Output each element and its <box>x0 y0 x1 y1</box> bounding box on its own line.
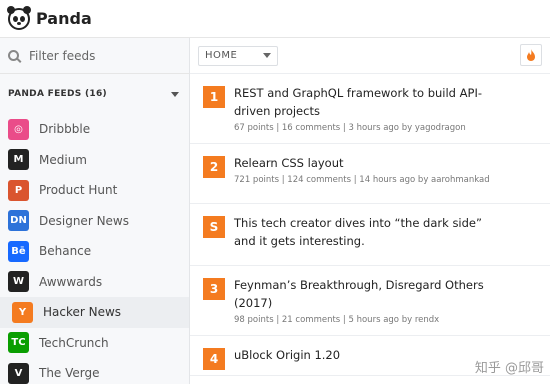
medium-icon: M <box>8 149 29 171</box>
feed-list: ◎ Dribbble M Medium P Product Hunt DN Designer … <box>0 114 189 384</box>
the-verge-icon: V <box>8 362 29 384</box>
sidebar: PANDA FEEDS (16) ◎ Dribbble M Medium P Produc… <box>0 38 190 384</box>
story-meta: 98 points | 21 comments | 5 hours ago by… <box>234 315 440 325</box>
sidebar-item-label: The Verge <box>39 366 100 381</box>
story-item[interactable]: 1 REST and GraphQL framework to build API… <box>190 74 550 144</box>
sidebar-item-awwwards[interactable]: W Awwwards <box>0 267 189 298</box>
search-icon <box>8 50 19 61</box>
story-list: 1 REST and GraphQL framework to build API… <box>190 74 550 376</box>
sidebar-item-designer-news[interactable]: DN Designer News <box>0 206 189 237</box>
awwwards-icon: W <box>8 271 29 293</box>
feeds-section-title: PANDA FEEDS (16) <box>8 89 107 99</box>
product-hunt-icon: P <box>8 179 29 201</box>
filter-feeds-input[interactable] <box>29 48 179 63</box>
story-item[interactable]: 2 Relearn CSS layout 721 points | 124 comm… <box>190 144 550 204</box>
app-header: Panda <box>0 0 550 38</box>
sidebar-item-label: Hacker News <box>43 305 122 320</box>
story-title-link[interactable]: This tech creator dives into “the dark s… <box>234 214 496 250</box>
hacker-news-icon: Y <box>12 301 33 323</box>
sidebar-item-medium[interactable]: M Medium <box>0 145 189 176</box>
chevron-down-icon <box>263 53 271 58</box>
main-toolbar: HOME <box>190 38 550 74</box>
app-title: Panda <box>36 9 92 28</box>
behance-icon: Bē <box>8 240 29 262</box>
story-meta: 67 points | 16 comments | 3 hours ago by… <box>234 123 466 133</box>
panda-logo-icon <box>7 5 31 30</box>
story-title-link[interactable]: Relearn CSS layout <box>234 154 496 172</box>
watermark: 知乎 @邱哥 <box>474 361 544 376</box>
story-rank-badge: 4 <box>203 348 225 370</box>
main-content: HOME 1 REST and GraphQL framework to buil… <box>190 38 550 384</box>
dribbble-icon: ◎ <box>8 118 29 140</box>
sidebar-item-behance[interactable]: Bē Behance <box>0 236 189 267</box>
story-title-link[interactable]: Feynman’s Breakthrough, Disregard Others… <box>234 276 496 312</box>
chevron-down-icon[interactable] <box>171 91 179 97</box>
filter-bar <box>0 38 189 74</box>
sidebar-item-label: Product Hunt <box>39 183 118 198</box>
story-rank-badge: 3 <box>203 278 225 300</box>
sidebar-item-label: Behance <box>39 244 92 259</box>
story-rank-badge: 2 <box>203 156 225 178</box>
techcrunch-icon: TC <box>8 332 29 354</box>
story-title-link[interactable]: REST and GraphQL framework to build API-… <box>234 84 496 120</box>
sidebar-item-the-verge[interactable]: V The Verge <box>0 358 189 384</box>
sidebar-item-label: Dribbble <box>39 122 91 137</box>
story-meta: 721 points | 124 comments | 14 hours ago… <box>234 175 490 185</box>
story-title-link[interactable]: uBlock Origin 1.20 <box>234 346 496 364</box>
story-rank-badge: 1 <box>203 86 225 108</box>
designer-news-icon: DN <box>8 210 29 232</box>
story-item[interactable]: 3 Feynman’s Breakthrough, Disregard Other… <box>190 266 550 336</box>
view-select-value: HOME <box>205 50 238 61</box>
story-rank-badge: S <box>203 216 225 238</box>
sidebar-item-dribbble[interactable]: ◎ Dribbble <box>0 114 189 145</box>
sidebar-item-label: TechCrunch <box>39 335 109 350</box>
sidebar-item-techcrunch[interactable]: TC TechCrunch <box>0 328 189 359</box>
sidebar-item-label: Awwwards <box>39 274 103 289</box>
sidebar-item-hacker-news[interactable]: Y Hacker News <box>0 297 189 328</box>
sidebar-item-label: Medium <box>39 152 87 167</box>
sidebar-item-label: Designer News <box>39 213 129 228</box>
hot-filter-button[interactable] <box>520 44 542 66</box>
view-select[interactable]: HOME <box>198 45 278 66</box>
feeds-section-header[interactable]: PANDA FEEDS (16) <box>0 74 189 114</box>
story-item[interactable]: S This tech creator dives into “the dark … <box>190 204 550 266</box>
fire-icon <box>527 49 535 61</box>
sidebar-item-product-hunt[interactable]: P Product Hunt <box>0 175 189 206</box>
